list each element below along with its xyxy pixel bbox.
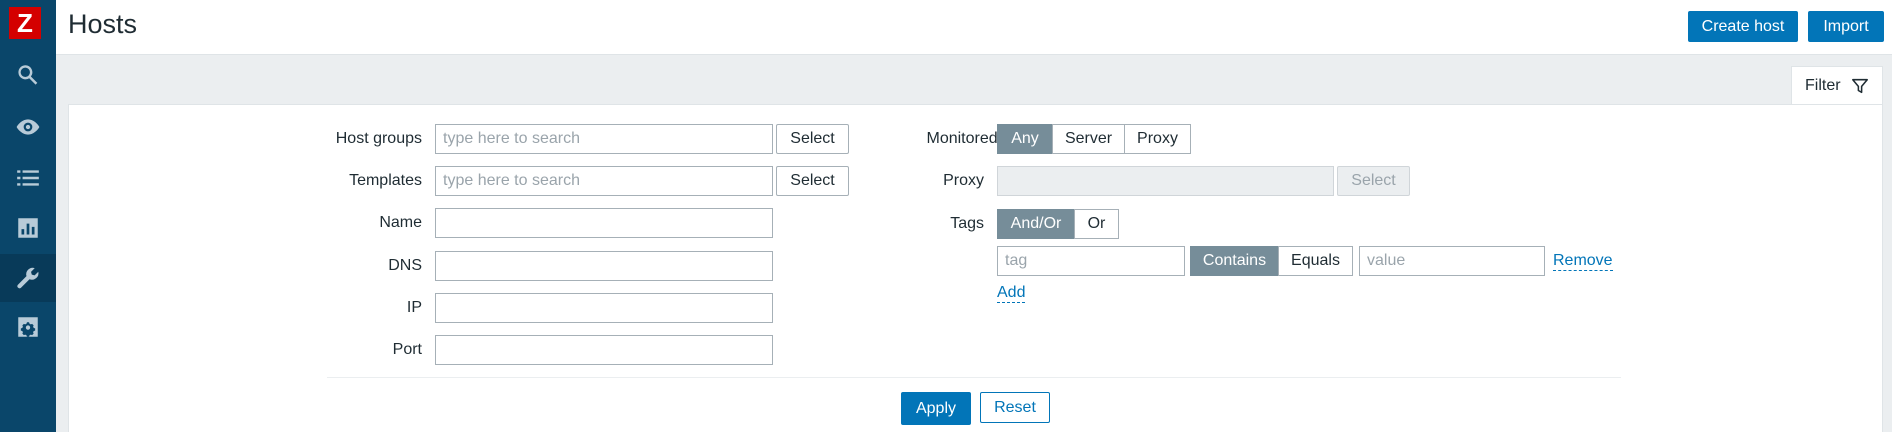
gear-icon <box>18 317 38 337</box>
monitored-by-any[interactable]: Any <box>997 124 1053 154</box>
templates-label: Templates <box>349 172 422 189</box>
port-input[interactable] <box>435 335 773 365</box>
tag-name-input[interactable] <box>997 246 1185 276</box>
monitored-by-proxy[interactable]: Proxy <box>1124 124 1191 154</box>
sidebar-item-reports[interactable] <box>0 204 56 252</box>
filter-divider <box>327 377 1621 378</box>
list-icon <box>17 170 39 186</box>
tag-remove-link[interactable]: Remove <box>1553 252 1613 271</box>
tags-label: Tags <box>950 215 984 232</box>
funnel-icon <box>1851 78 1868 93</box>
templates-select-button[interactable]: Select <box>776 166 849 196</box>
filter-tab-label: Filter <box>1805 76 1841 94</box>
tag-match-equals[interactable]: Equals <box>1278 246 1353 276</box>
sidebar-item-inventory[interactable] <box>0 154 56 202</box>
host-groups-label: Host groups <box>335 130 422 147</box>
dns-label: DNS <box>388 257 422 274</box>
host-groups-select-button[interactable]: Select <box>776 124 849 154</box>
proxy-input <box>997 166 1334 196</box>
port-label: Port <box>392 341 422 358</box>
name-input[interactable] <box>435 208 773 238</box>
bar-chart-icon <box>18 218 38 238</box>
wrench-icon <box>17 267 39 289</box>
tag-match-contains[interactable]: Contains <box>1190 246 1279 276</box>
page-title: Hosts <box>68 9 138 39</box>
sidebar-item-administration[interactable] <box>0 303 56 351</box>
reset-button[interactable]: Reset <box>980 392 1050 423</box>
page-header: Hosts Create host Import <box>56 0 1892 55</box>
host-groups-input[interactable] <box>435 124 773 154</box>
templates-input[interactable] <box>435 166 773 196</box>
name-label: Name <box>379 214 422 231</box>
ip-label: IP <box>406 299 422 316</box>
ip-input[interactable] <box>435 293 773 323</box>
eye-icon <box>16 119 40 135</box>
sidebar: Z <box>0 0 56 432</box>
tags-operator-and-or[interactable]: And/Or <box>997 209 1075 239</box>
create-host-button[interactable]: Create host <box>1688 11 1798 42</box>
sidebar-item-search[interactable] <box>0 51 56 99</box>
filter-tab[interactable]: Filter <box>1791 66 1883 104</box>
proxy-label: Proxy <box>943 172 984 189</box>
monitored-by-server[interactable]: Server <box>1052 124 1125 154</box>
filter-panel: Host groups Select Templates Select Name… <box>68 104 1883 432</box>
apply-button[interactable]: Apply <box>901 392 971 425</box>
sidebar-item-monitoring[interactable] <box>0 103 56 151</box>
tag-value-input[interactable] <box>1359 246 1545 276</box>
tag-add-link[interactable]: Add <box>997 284 1026 303</box>
search-icon <box>18 65 38 85</box>
sidebar-item-configuration[interactable] <box>0 254 56 302</box>
import-button[interactable]: Import <box>1808 11 1884 42</box>
proxy-select-button: Select <box>1337 166 1410 196</box>
dns-input[interactable] <box>435 251 773 281</box>
tags-operator-or[interactable]: Or <box>1074 209 1119 239</box>
zabbix-logo[interactable]: Z <box>9 7 41 39</box>
